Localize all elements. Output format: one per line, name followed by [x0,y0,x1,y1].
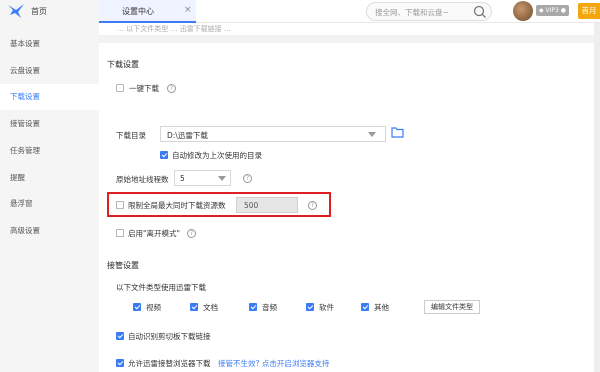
type-doc-checkbox[interactable] [190,303,198,311]
search-icon[interactable] [473,5,487,19]
help-icon[interactable]: ? [167,84,176,93]
search-placeholder: 搜全网、下载和云盘~ [375,8,449,17]
home-label[interactable]: 首页 [31,6,47,17]
sidebar-item-floating[interactable]: 悬浮窗 [0,191,99,217]
limit-downloads-label: 限制全局最大同时下载资源数 [128,201,226,210]
type-software-label: 软件 [319,303,334,312]
type-video-checkbox[interactable] [133,303,141,311]
takeover-settings-panel: 接管设置 以下文件类型使用迅雷下载 视频 文档 音频 软件 其他 自动识别剪切板… [99,245,600,372]
xunlei-logo-icon [8,4,24,18]
download-dir-label: 下载目录 [116,131,146,140]
browser-takeover-checkbox[interactable] [116,359,124,367]
threads-select[interactable]: 5 [174,170,231,186]
folder-icon[interactable] [391,127,404,138]
type-audio-label: 音频 [262,303,277,312]
scrollbar[interactable] [594,23,600,372]
sidebar-item-cloud[interactable]: 云盘设置 [0,58,99,84]
browser-support-link[interactable]: 接管不生效? 点击开启浏览器支持 [218,358,329,369]
tab-settings-center[interactable]: 设置中心 × [99,0,196,23]
help-icon[interactable]: ? [187,229,196,238]
away-mode-checkbox[interactable] [116,229,124,237]
threads-value: 5 [180,174,185,183]
clipboard-label: 自动识别剪切板下载链接 [128,332,211,341]
search-input[interactable]: 搜全网、下载和云盘~ [366,2,492,21]
header-left: 首页 [0,0,99,23]
section-title-takeover: 接管设置 [107,261,139,270]
sidebar: 基本设置 云盘设置 下载设置 接管设置 任务管理 提醒 悬浮窗 高级设置 [0,23,99,372]
help-icon[interactable]: ? [243,174,252,183]
chevron-down-icon[interactable] [218,176,226,181]
sidebar-item-download[interactable]: 下载设置 [0,84,99,110]
limit-downloads-input[interactable]: 500 [236,197,298,213]
sidebar-item-takeover[interactable]: 接管设置 [0,111,99,137]
type-doc-label: 文档 [203,303,218,312]
tab-label: 设置中心 [122,7,154,16]
vip-badge: ◆ VIP3 ● [536,5,569,16]
auto-modify-dir-label: 自动修改为上次使用的目录 [172,151,262,160]
sidebar-item-tasks[interactable]: 任务管理 [0,138,99,164]
type-video-label: 视频 [146,303,161,312]
content-area: … 以下文件类型 … 迅雷下载链接 … 下载设置 一键下载 ? 下载目录 D:\… [99,23,600,372]
threads-label: 原始地址线程数 [116,175,169,184]
type-audio-checkbox[interactable] [249,303,257,311]
chevron-down-icon[interactable] [368,132,376,137]
help-icon[interactable]: ? [308,201,317,210]
type-software-checkbox[interactable] [306,303,314,311]
sidebar-item-advanced[interactable]: 高级设置 [0,218,99,244]
previous-panel: … 以下文件类型 … 迅雷下载链接 … [99,23,600,35]
download-dir-select[interactable]: D:\迅雷下载 [160,126,386,142]
first-month-button[interactable]: 首月 [578,3,600,19]
type-other-checkbox[interactable] [361,303,369,311]
close-icon[interactable]: × [184,5,192,15]
download-settings-panel: 下载设置 一键下载 ? 下载目录 D:\迅雷下载 自动修改为上次使用的目录 原始… [99,43,600,246]
download-dir-value: D:\迅雷下载 [167,131,208,140]
type-other-label: 其他 [374,303,389,312]
limit-downloads-checkbox[interactable] [116,201,124,209]
clipboard-checkbox[interactable] [116,332,124,340]
previous-panel-text: … 以下文件类型 … 迅雷下载链接 … [117,25,231,33]
auto-modify-dir-checkbox[interactable] [160,151,168,159]
browser-takeover-label: 允许迅雷接替浏览器下载 [128,359,211,368]
sidebar-item-reminder[interactable]: 提醒 [0,165,99,191]
one-click-checkbox[interactable] [116,84,124,92]
away-mode-label: 启用"离开模式" [128,229,180,238]
edit-file-types-button[interactable]: 编辑文件类型 [424,300,480,314]
top-bar: 首页 设置中心 × 搜全网、下载和云盘~ ◆ VIP3 ● 首月 [0,0,600,23]
section-title-download: 下载设置 [107,60,139,69]
one-click-label: 一键下载 [129,84,159,93]
takeover-description: 以下文件类型使用迅雷下载 [116,283,206,292]
sidebar-item-basic[interactable]: 基本设置 [0,31,99,57]
limit-downloads-value: 500 [244,201,259,210]
avatar[interactable] [513,1,533,21]
